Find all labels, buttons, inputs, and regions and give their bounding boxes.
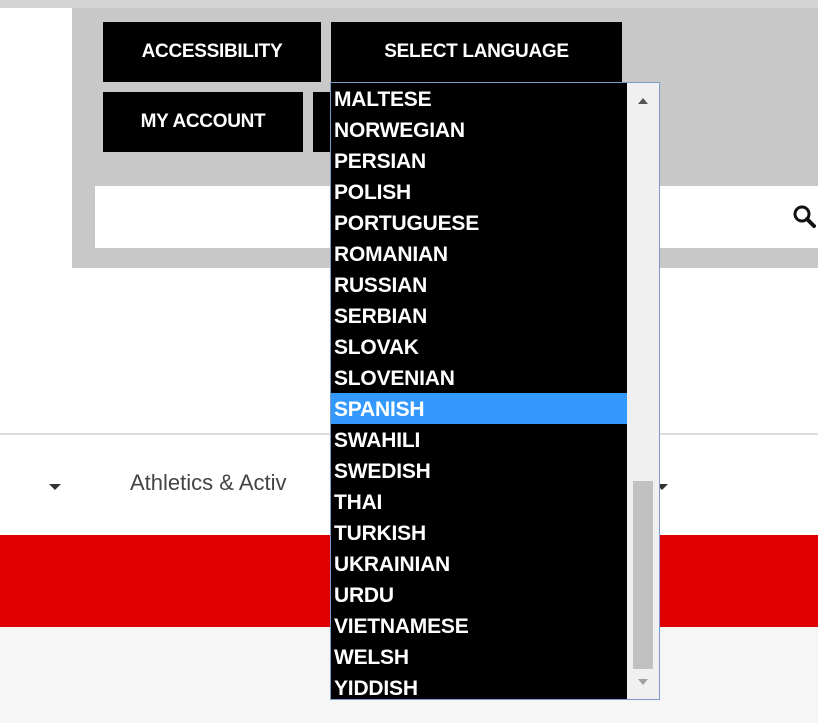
- top-strip: [0, 0, 818, 8]
- language-dropdown-list[interactable]: MALTESE NORWEGIAN PERSIAN POLISH PORTUGUESE R…: [330, 82, 660, 700]
- select-language-button[interactable]: SELECT LANGUAGE: [331, 22, 622, 82]
- scrollbar[interactable]: [627, 83, 659, 699]
- scroll-up-arrow-icon[interactable]: [638, 98, 648, 104]
- scroll-thumb[interactable]: [633, 481, 653, 669]
- language-option[interactable]: URDU: [331, 579, 627, 610]
- language-option[interactable]: PERSIAN: [331, 145, 627, 176]
- language-option[interactable]: THAI: [331, 486, 627, 517]
- my-account-button[interactable]: MY ACCOUNT: [103, 92, 303, 152]
- language-option[interactable]: WELSH: [331, 641, 627, 672]
- chevron-down-icon[interactable]: [49, 484, 61, 490]
- language-option[interactable]: NORWEGIAN: [331, 114, 627, 145]
- nav-item-athletics[interactable]: Athletics & Activ: [130, 470, 287, 496]
- language-option[interactable]: SLOVAK: [331, 331, 627, 362]
- scroll-down-arrow-icon[interactable]: [638, 679, 648, 685]
- language-option[interactable]: POLISH: [331, 176, 627, 207]
- language-option[interactable]: VIETNAMESE: [331, 610, 627, 641]
- language-option[interactable]: UKRAINIAN: [331, 548, 627, 579]
- language-option[interactable]: SWEDISH: [331, 455, 627, 486]
- language-option[interactable]: YIDDISH: [331, 672, 627, 699]
- language-option[interactable]: SERBIAN: [331, 300, 627, 331]
- language-option[interactable]: SWAHILI: [331, 424, 627, 455]
- language-option[interactable]: TURKISH: [331, 517, 627, 548]
- language-options: MALTESE NORWEGIAN PERSIAN POLISH PORTUGUESE R…: [331, 83, 627, 699]
- language-option[interactable]: ROMANIAN: [331, 238, 627, 269]
- accessibility-button[interactable]: ACCESSIBILITY: [103, 22, 321, 82]
- search-icon[interactable]: [792, 204, 816, 228]
- language-option[interactable]: PORTUGUESE: [331, 207, 627, 238]
- language-option[interactable]: MALTESE: [331, 83, 627, 114]
- language-option[interactable]: SPANISH: [331, 393, 627, 424]
- language-option[interactable]: RUSSIAN: [331, 269, 627, 300]
- language-option[interactable]: SLOVENIAN: [331, 362, 627, 393]
